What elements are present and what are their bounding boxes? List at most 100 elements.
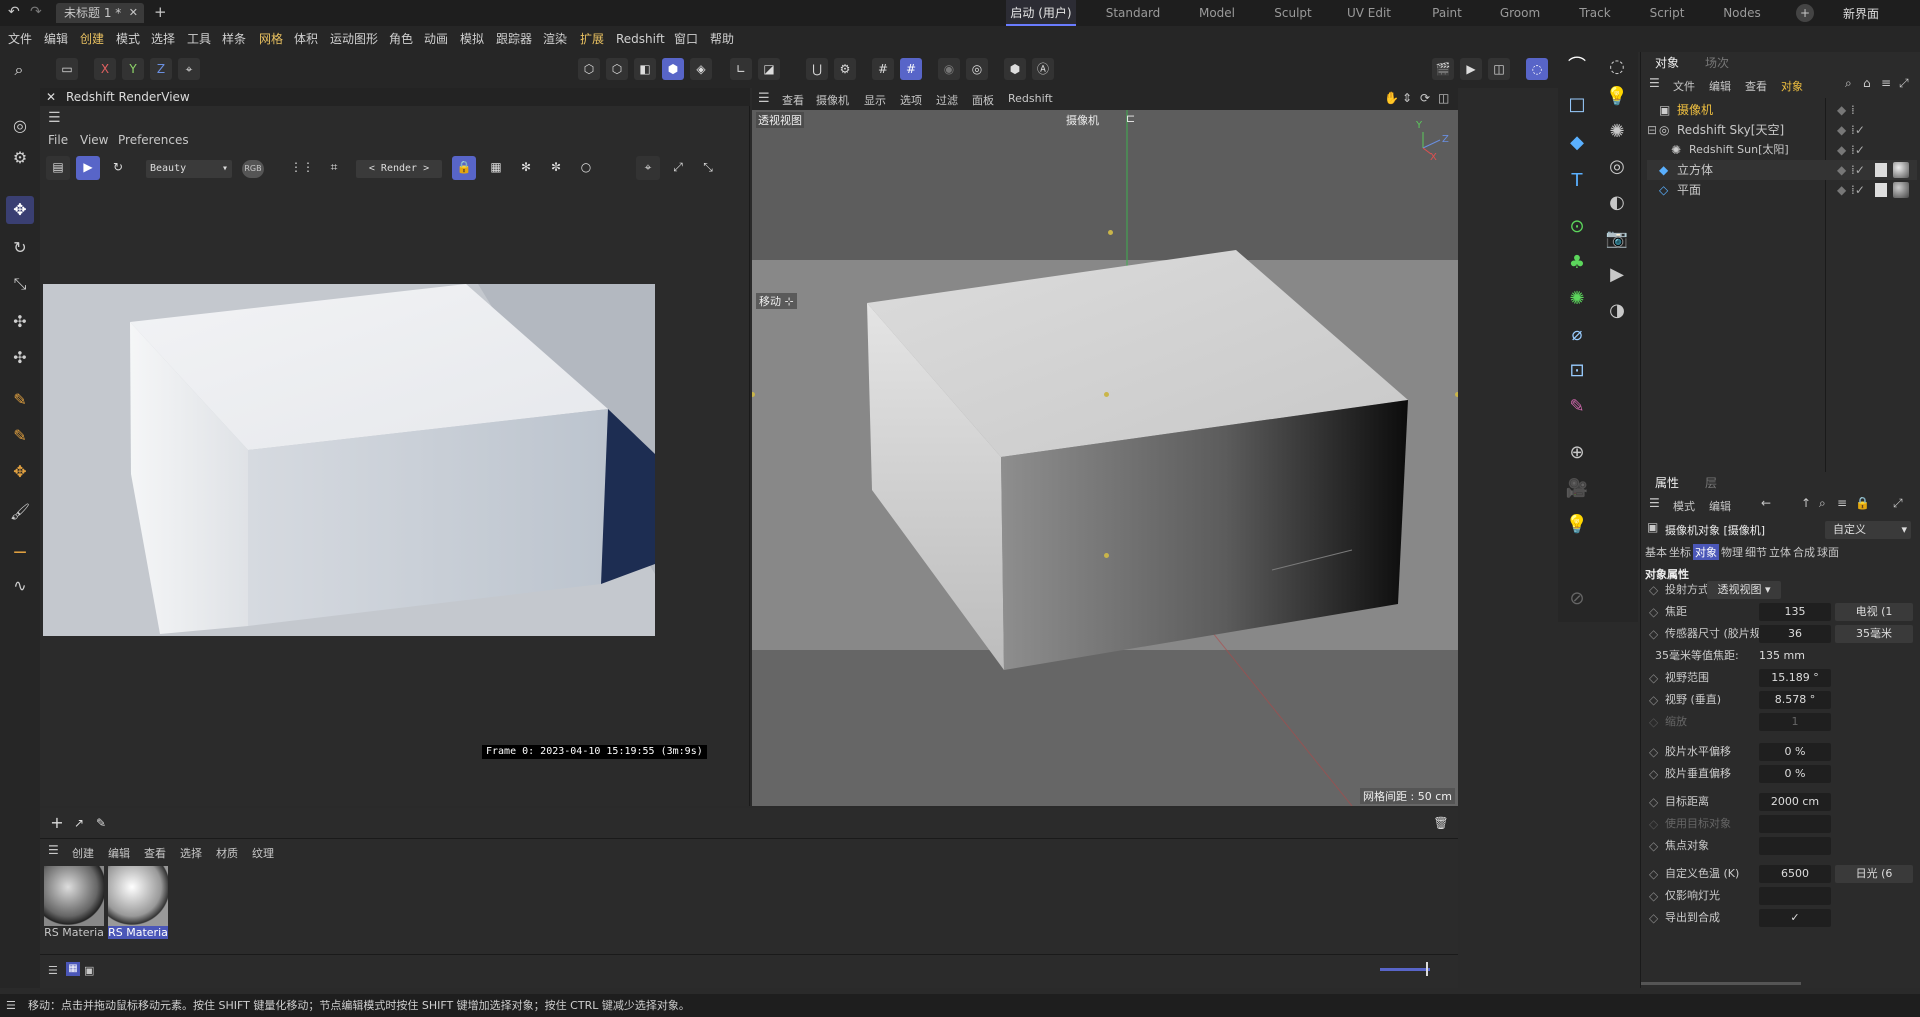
start-render-icon[interactable]: ▶ [76,156,100,180]
magnet-icon[interactable]: ∿ [6,572,34,600]
search-icon[interactable]: ⌕ [1845,76,1852,91]
keyframe-icon[interactable]: ◇ [1649,864,1658,884]
crop-icon[interactable]: ⌗ [322,156,346,180]
mat-menu-view[interactable]: 查看 [144,845,166,861]
rv-menu-view[interactable]: View [80,133,108,147]
brush-icon[interactable]: 🖌 [6,498,34,526]
environment-icon[interactable]: ⊕ [1562,438,1592,468]
menu-help[interactable]: 帮助 [710,26,734,52]
rs-light-icon[interactable]: 💡 [1602,82,1632,112]
camera-handle-center[interactable] [1104,392,1109,397]
am-menu-edit[interactable]: 编辑 [1709,498,1731,514]
scrollbar[interactable] [1641,982,1801,985]
om-menu-file[interactable]: 文件 [1673,78,1695,94]
keyframe-icon[interactable]: ◇ [1649,624,1658,644]
workspace-tab-track[interactable]: Track [1560,0,1630,26]
maximize-icon[interactable]: ◫ [1438,91,1449,105]
menu-mode[interactable]: 模式 [116,26,140,52]
arrow-up-icon[interactable]: ↑ [1801,496,1811,510]
render-active-icon[interactable]: Ⓐ [1032,58,1054,80]
tag-icon[interactable] [1875,183,1887,197]
transform-tool-icon[interactable]: ✣ [6,308,34,336]
checkmark-icon[interactable]: ⁞✓ [1851,140,1865,160]
render-picture-icon[interactable]: ◫ [1488,58,1510,80]
render-view-icon[interactable]: ▶ [1460,58,1482,80]
vp-menu-panel[interactable]: 面板 [972,92,994,108]
menu-edit[interactable]: 编辑 [44,26,68,52]
mat-menu-material[interactable]: 材质 [216,845,238,861]
camera-link-icon[interactable]: ⊏ [1126,112,1135,125]
trash-icon[interactable]: 🗑 [1430,812,1452,834]
render-mode-select[interactable]: < Render > [356,160,442,178]
menu-character[interactable]: 角色 [389,26,413,52]
rs-proxy-icon[interactable]: ▶ [1602,260,1632,290]
rotate-tool-icon[interactable]: ↻ [6,234,34,262]
search-icon[interactable]: ⌕ [1819,496,1826,511]
uv-mode-icon[interactable]: ◈ [690,58,712,80]
grid-icon[interactable]: # [872,58,894,80]
tab-layers[interactable]: 层 [1705,472,1717,494]
redo-icon[interactable]: ↷ [30,4,42,20]
coordinate-system-icon[interactable]: ⌖ [178,58,200,80]
axis-x-button[interactable]: X [94,58,116,80]
hamburger-icon[interactable]: ☰ [1649,76,1660,90]
menu-file[interactable]: 文件 [8,26,32,52]
scene-icon[interactable]: ▭ [56,58,78,80]
camera-icon[interactable]: 🎥 [1562,474,1592,504]
zoom-slider[interactable] [1380,968,1430,971]
lock-icon[interactable]: 🔒 [452,156,476,180]
lock-icon[interactable]: ◉ [938,58,960,80]
subtab-composition[interactable]: 合成 [1793,544,1815,560]
attribute-value-field[interactable]: 6500 [1759,865,1831,883]
text-object-icon[interactable]: T [1562,166,1592,196]
attribute-value-field[interactable]: 36 [1759,625,1831,643]
preset-select[interactable]: 自定义 ▾ [1825,521,1911,539]
workspace-tab-uvedit[interactable]: UV Edit [1334,0,1404,26]
polygons-mode-icon[interactable]: ◧ [634,58,656,80]
vp-menu-options[interactable]: 选项 [900,92,922,108]
instance-icon[interactable]: ⊡ [1562,356,1592,386]
rv-menu-preferences[interactable]: Preferences [118,133,189,147]
snowflake-settings-icon[interactable]: ✼ [544,156,568,180]
scale-tool-icon[interactable]: ⤡ [6,270,34,298]
subtab-stereo[interactable]: 立体 [1769,544,1791,560]
circle-icon[interactable]: ○ [574,156,598,180]
viewport-canvas[interactable]: Y Z X 透视视图 摄像机 ⊏ 移动 ⊹ 网格间距 : 50 cm [752,110,1458,806]
lock-icon[interactable]: 🔒 [1855,496,1870,510]
tab-attributes[interactable]: 属性 [1655,472,1679,494]
focus-icon[interactable]: ⌖ [636,156,660,180]
rs-sun-icon[interactable]: ◐ [1602,188,1632,218]
object-row-cube[interactable]: ◆ 立方体 ◆ ⁞✓ [1647,160,1917,180]
clapper-icon[interactable]: ▤ [46,156,70,180]
collapse-icon[interactable]: ⊟ [1647,120,1657,140]
orbit-icon[interactable]: ⟳ [1420,91,1430,105]
filter-icon[interactable]: ≡ [1881,76,1891,90]
add-icon[interactable]: + [46,812,68,834]
home-icon[interactable]: ⌂ [1863,76,1871,90]
dolly-icon[interactable]: ⇕ [1402,91,1412,105]
keyframe-icon[interactable]: ◇ [1649,886,1658,906]
axis-z-button[interactable]: Z [150,58,172,80]
workspace-tab-paint[interactable]: Paint [1412,0,1482,26]
rs-portal-light-icon[interactable]: ◎ [1602,152,1632,182]
refresh-icon[interactable]: ↻ [106,156,130,180]
camera-name-label[interactable]: 摄像机 [1066,112,1099,128]
knife-icon[interactable]: ⚊ [6,534,34,562]
camera-handle-right[interactable] [1455,392,1458,397]
snap-icon[interactable]: ⋃ [806,58,828,80]
brush-disabled-icon[interactable]: ⊘ [1562,584,1592,614]
menu-create[interactable]: 创建 [80,26,104,52]
attribute-value-field[interactable] [1759,887,1831,905]
menu-simulate[interactable]: 模拟 [460,26,484,52]
expand-icon[interactable]: ⤢ [1893,496,1903,511]
sketch-icon[interactable]: ✎ [1562,392,1592,422]
attribute-value-field[interactable] [1759,837,1831,855]
material-tag-icon[interactable] [1893,182,1909,198]
aov-select[interactable]: Beauty ▾ [146,160,232,178]
subtab-coord[interactable]: 坐标 [1669,544,1691,560]
subtab-basic[interactable]: 基本 [1645,544,1667,560]
menu-redshift[interactable]: Redshift [616,26,665,52]
new-interface-button[interactable]: 新界面 [1843,5,1879,22]
mat-menu-edit[interactable]: 编辑 [108,845,130,861]
vp-menu-camera[interactable]: 摄像机 [816,92,849,108]
